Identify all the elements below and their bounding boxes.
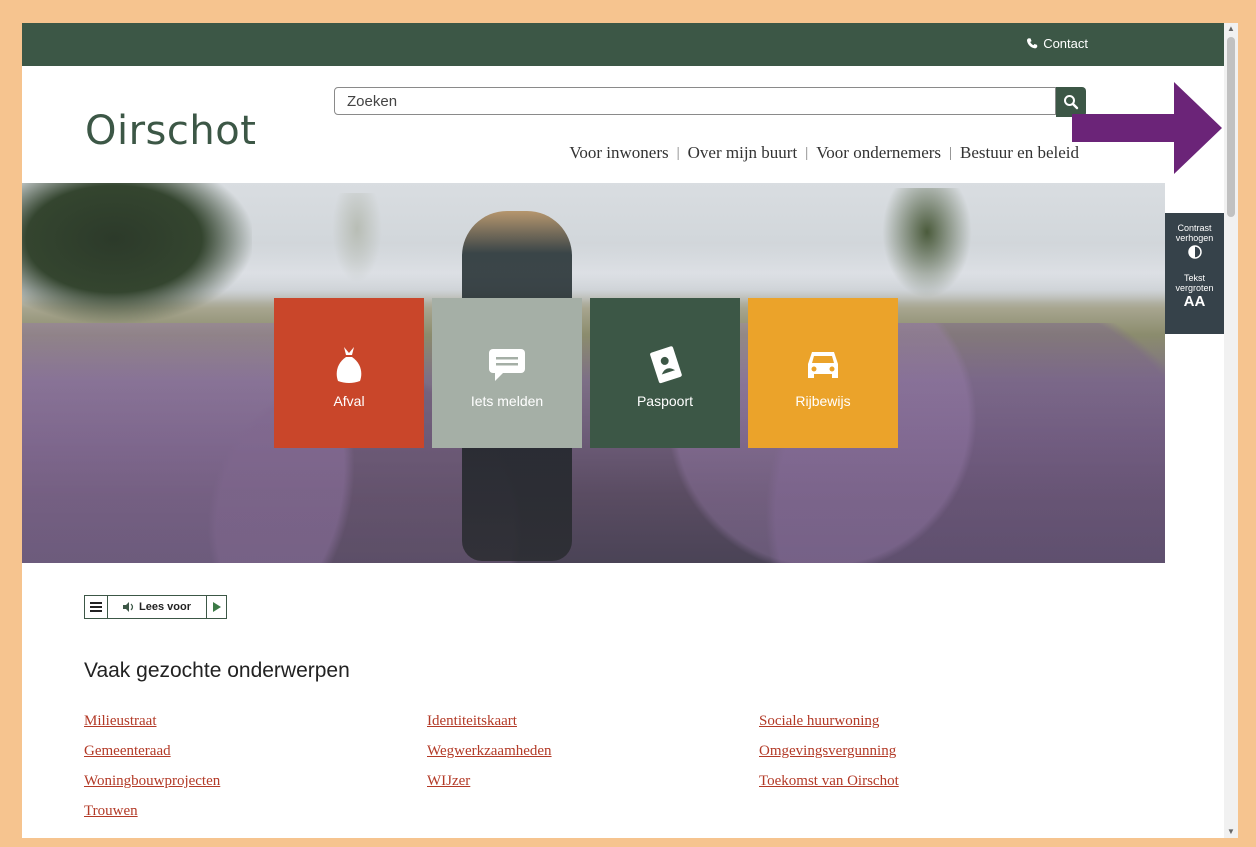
garbage-bag-icon	[327, 343, 371, 387]
tile-paspoort-label: Paspoort	[636, 393, 694, 409]
tile-paspoort[interactable]: Paspoort	[590, 298, 740, 448]
section-title: Vaak gezochte onderwerpen	[84, 659, 350, 682]
readspeaker-label: Lees voor	[139, 601, 191, 613]
hero-tree-right	[882, 188, 972, 298]
quick-tiles: Afval Iets melden Paspoort Rijbewijs	[274, 298, 898, 448]
readspeaker-read-button[interactable]: Lees voor	[108, 596, 207, 618]
link-wijzer[interactable]: WIJzer	[427, 773, 470, 790]
main-nav: Voor inwoners | Over mijn buurt | Voor o…	[569, 143, 1079, 163]
phone-icon	[1027, 38, 1038, 49]
play-icon	[212, 602, 221, 612]
tile-iets-melden-label: Iets melden	[470, 393, 544, 409]
site-logo[interactable]: Oirschot	[85, 108, 256, 154]
scroll-up-arrow-icon[interactable]: ▲	[1227, 25, 1235, 33]
browser-viewport: Contact Oirschot Voor inwoners | Over mi…	[22, 23, 1224, 838]
search-input[interactable]	[334, 87, 1056, 115]
scroll-thumb[interactable]	[1227, 37, 1235, 217]
accessibility-panel: Contrast verhogen Tekst vergroten AA	[1165, 213, 1224, 334]
link-woningbouwprojecten[interactable]: Woningbouwprojecten	[84, 773, 220, 790]
contact-label: Contact	[1043, 36, 1088, 51]
tile-rijbewijs[interactable]: Rijbewijs	[748, 298, 898, 448]
contrast-label-2: verhogen	[1175, 233, 1214, 243]
readspeaker-bar: Lees voor	[84, 595, 227, 619]
page-scrollbar[interactable]: ▲ ▼	[1224, 23, 1238, 838]
nav-item-over-mijn-buurt[interactable]: Over mijn buurt	[688, 143, 798, 163]
speech-bubble-icon	[485, 343, 529, 387]
text-size-toggle[interactable]: Tekst vergroten AA	[1165, 261, 1224, 311]
link-sociale-huurwoning[interactable]: Sociale huurwoning	[759, 713, 879, 730]
contact-link[interactable]: Contact	[1026, 36, 1088, 51]
link-milieustraat[interactable]: Milieustraat	[84, 713, 156, 730]
link-identiteitskaart[interactable]: Identiteitskaart	[427, 713, 517, 730]
nav-item-voor-ondernemers[interactable]: Voor ondernemers	[816, 143, 941, 163]
passport-icon	[643, 343, 687, 387]
tile-afval[interactable]: Afval	[274, 298, 424, 448]
link-toekomst-van-oirschot[interactable]: Toekomst van Oirschot	[759, 773, 899, 790]
contrast-toggle[interactable]: Contrast verhogen	[1165, 213, 1224, 261]
tile-rijbewijs-label: Rijbewijs	[795, 393, 851, 409]
tile-afval-label: Afval	[333, 393, 365, 409]
link-gemeenteraad[interactable]: Gemeenteraad	[84, 743, 171, 760]
contrast-label-1: Contrast	[1177, 223, 1212, 233]
search-form	[334, 87, 1086, 117]
text-size-label-2: vergroten	[1175, 283, 1214, 293]
readspeaker-play-button[interactable]	[207, 596, 226, 618]
tile-iets-melden[interactable]: Iets melden	[432, 298, 582, 448]
nav-item-bestuur-en-beleid[interactable]: Bestuur en beleid	[960, 143, 1079, 163]
link-wegwerkzaamheden[interactable]: Wegwerkzaamheden	[427, 743, 552, 760]
nav-separator: |	[805, 144, 809, 161]
nav-item-voor-inwoners[interactable]: Voor inwoners	[569, 143, 668, 163]
hero-tree-mid	[332, 193, 382, 283]
hero-image: Afval Iets melden Paspoort Rijbewijs	[22, 183, 1165, 563]
text-size-label-1: Tekst	[1183, 273, 1205, 283]
nav-separator: |	[949, 144, 953, 161]
link-trouwen[interactable]: Trouwen	[84, 803, 138, 820]
scroll-down-arrow-icon[interactable]: ▼	[1227, 828, 1235, 836]
hero-tree-left	[22, 183, 252, 323]
annotation-arrow-icon	[1072, 82, 1222, 174]
readspeaker-menu-button[interactable]	[85, 596, 108, 618]
car-icon	[801, 343, 845, 387]
text-size-icon: AA	[1183, 293, 1206, 310]
speaker-icon	[123, 602, 134, 612]
link-omgevingsvergunning[interactable]: Omgevingsvergunning	[759, 743, 896, 760]
hamburger-icon	[90, 602, 102, 612]
contrast-icon	[1187, 245, 1202, 259]
site-header: Oirschot Voor inwoners | Over mijn buurt…	[22, 66, 1224, 183]
top-bar: Contact	[22, 23, 1224, 66]
nav-separator: |	[676, 144, 680, 161]
